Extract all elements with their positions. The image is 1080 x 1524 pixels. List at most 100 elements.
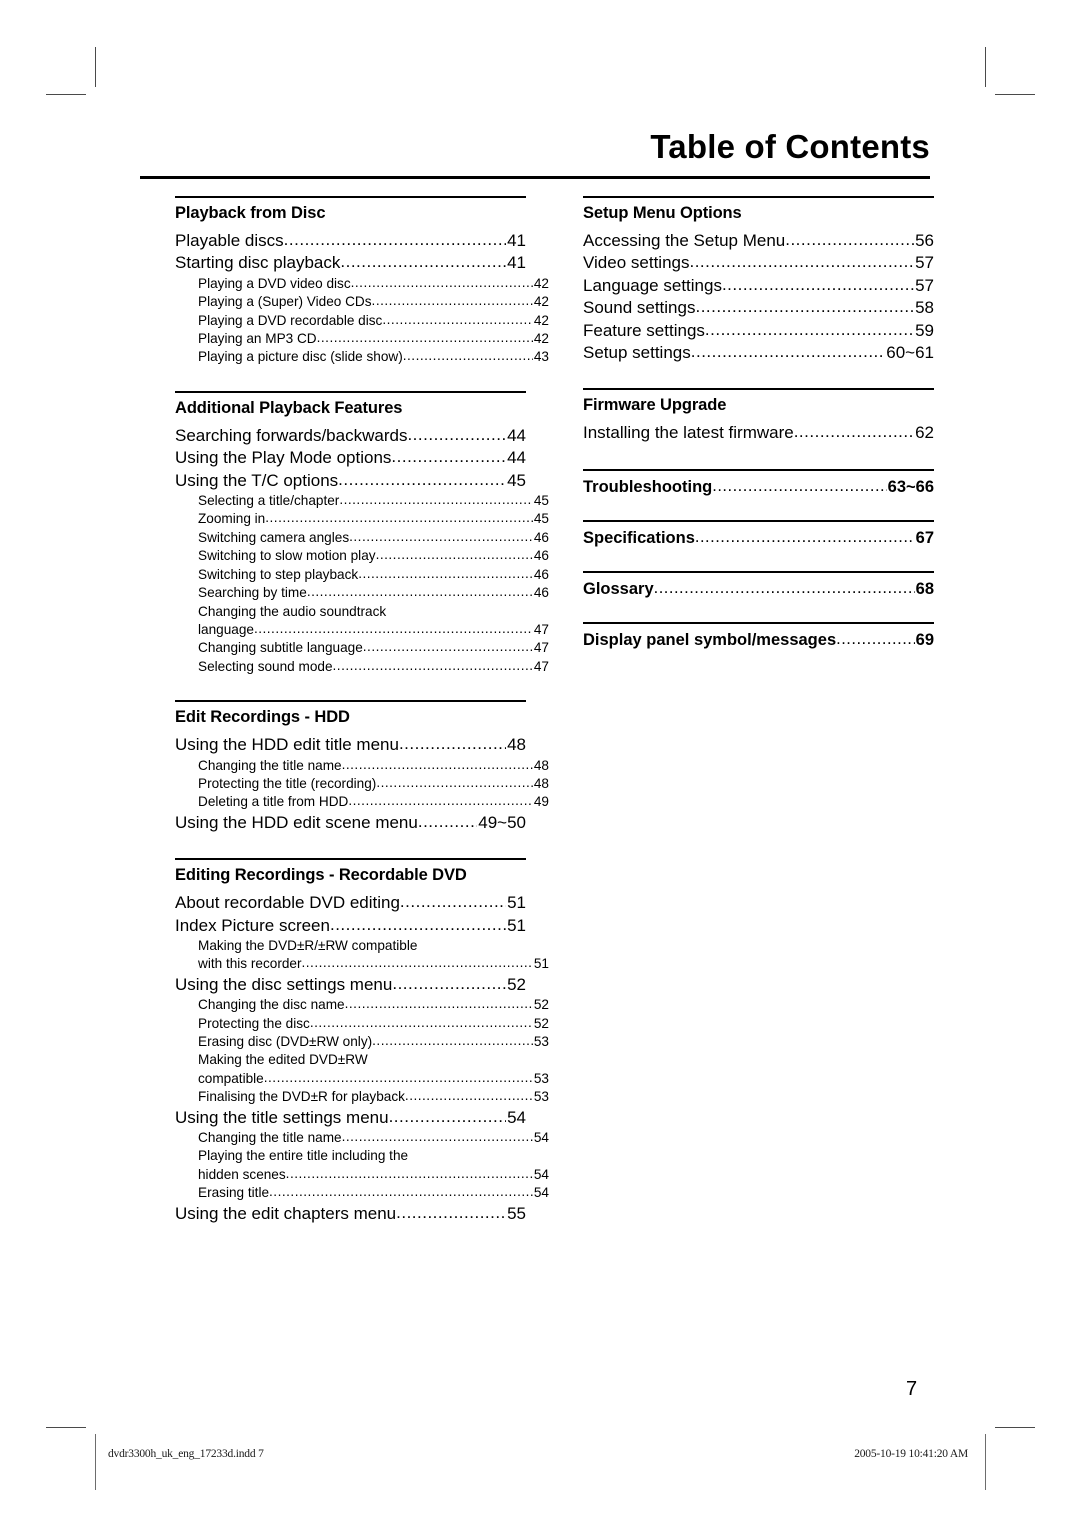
toc-leader-dots: ........................................… — [348, 793, 533, 809]
toc-entry[interactable]: Playable discs..........................… — [175, 230, 526, 252]
toc-entry[interactable]: Language settings.......................… — [583, 275, 934, 297]
toc-entry[interactable]: Erasing title...........................… — [175, 1184, 549, 1202]
toc-entry[interactable]: Switching to step playback..............… — [175, 566, 549, 584]
toc-section-title: Editing Recordings - Recordable DVD — [175, 866, 467, 885]
toc-leader-dots: ........................................… — [283, 230, 506, 249]
toc-section: Firmware Upgrade Installing the latest fi… — [583, 388, 934, 466]
section-divider — [583, 570, 934, 573]
toc-entry[interactable]: compatible..............................… — [175, 1070, 549, 1088]
toc-entry-page: 49~50 — [478, 812, 526, 832]
section-divider — [175, 700, 526, 703]
toc-entry-label: Video settings — [583, 253, 690, 273]
toc-section: Troubleshooting.........................… — [583, 468, 934, 518]
toc-entry[interactable]: Accessing the Setup Menu................… — [583, 230, 934, 252]
toc-entry[interactable]: Using the title settings menu...........… — [175, 1107, 526, 1129]
toc-entry[interactable]: Playing a DVD video disc................… — [175, 275, 549, 293]
toc-entry[interactable]: Selecting sound mode....................… — [175, 658, 549, 676]
toc-entry[interactable]: Using the T/C options...................… — [175, 470, 526, 492]
toc-entry-label: Language settings — [583, 275, 722, 295]
toc-entry[interactable]: Video settings..........................… — [583, 252, 934, 274]
toc-entry-page: 55 — [507, 1203, 526, 1223]
toc-section-page: 63~66 — [887, 477, 934, 496]
toc-entry[interactable]: Erasing disc (DVD±RW only)..............… — [175, 1033, 549, 1051]
toc-leader-dots: ........................................… — [339, 492, 533, 508]
toc-entry-page: 45 — [533, 511, 549, 527]
toc-entry[interactable]: Finalising the DVD±R for playback.......… — [175, 1088, 549, 1106]
toc-entry[interactable]: with this recorder......................… — [175, 955, 549, 973]
toc-entry[interactable]: Changing the title name.................… — [175, 757, 549, 775]
toc-entry-label: Changing subtitle language — [198, 640, 363, 656]
toc-entry[interactable]: Setup settings..........................… — [583, 342, 934, 364]
toc-entry-label: Using the T/C options — [175, 470, 339, 490]
toc-entry[interactable]: Using the HDD edit scene menu...........… — [175, 812, 526, 834]
toc-entry-page: 48 — [507, 735, 526, 755]
toc-entry-label: Playing a picture disc (slide show) — [198, 349, 403, 365]
toc-entry[interactable]: Playing an MP3 CD.......................… — [175, 330, 549, 348]
toc-leader-dots: ........................................… — [690, 342, 886, 362]
toc-entry-page: 58 — [915, 298, 934, 318]
toc-entry-label: Using the title settings menu — [175, 1107, 389, 1127]
toc-entry[interactable]: Changing subtitle language..............… — [175, 639, 549, 657]
toc-entry[interactable]: Installing the latest firmware..........… — [583, 422, 934, 444]
toc-section-title: Setup Menu Options — [583, 204, 742, 222]
toc-entry[interactable]: Zooming in..............................… — [175, 510, 549, 528]
toc-entry[interactable]: Switching to slow motion play...........… — [175, 547, 549, 565]
toc-entry[interactable]: Using the edit chapters menu............… — [175, 1203, 526, 1225]
toc-entry[interactable]: Switching camera angles.................… — [175, 529, 549, 547]
toc-leader-dots: ........................................… — [407, 424, 507, 444]
toc-entry[interactable]: Searching forwards/backwards............… — [175, 425, 526, 447]
toc-entry[interactable]: Starting disc playback..................… — [175, 252, 526, 274]
toc-entry[interactable]: Sound settings..........................… — [583, 297, 934, 319]
toc-entry-label: Using the HDD edit title menu — [175, 735, 399, 755]
toc-section-title: Glossary — [583, 579, 654, 598]
toc-entry-page: 47 — [533, 658, 549, 674]
toc-leader-dots: ........................................… — [391, 447, 507, 467]
toc-section-entry[interactable]: Specifications..........................… — [583, 527, 934, 549]
toc-section-entry[interactable]: Glossary................................… — [583, 578, 934, 600]
toc-section-page: 69 — [915, 630, 934, 649]
crop-mark-bottom-right-horizontal — [995, 1427, 1035, 1428]
toc-entry[interactable]: Index Picture screen....................… — [175, 915, 526, 937]
toc-entry[interactable]: hidden scenes...........................… — [175, 1166, 549, 1184]
toc-section-entry[interactable]: Display panel symbol/messages...........… — [583, 629, 934, 651]
toc-entry[interactable]: About recordable DVD editing............… — [175, 892, 526, 914]
toc-entry-page: 52 — [533, 1015, 549, 1031]
toc-entry[interactable]: Changing the title name.................… — [175, 1129, 549, 1147]
page-number: 7 — [906, 1378, 918, 1400]
toc-entry[interactable]: Playing a (Super) Video CDs.............… — [175, 293, 549, 311]
toc-entry[interactable]: Selecting a title/chapter...............… — [175, 492, 549, 510]
toc-entry-wrapped-line: Making the DVD±R/±RW compatible — [198, 937, 418, 953]
toc-entry[interactable]: Protecting the title (recording)........… — [175, 775, 549, 793]
toc-entry-page: 44 — [507, 425, 526, 445]
toc-entry[interactable]: Playing a DVD recordable disc...........… — [175, 312, 549, 330]
toc-entry-label: Playing a (Super) Video CDs — [198, 294, 372, 310]
toc-leader-dots: ........................................… — [396, 1202, 506, 1222]
toc-entry[interactable]: Changing the disc name..................… — [175, 996, 549, 1014]
toc-entry[interactable]: Playing a picture disc (slide show).....… — [175, 348, 549, 366]
toc-entry[interactable]: Using the disc settings menu............… — [175, 974, 526, 996]
section-divider — [175, 390, 526, 393]
toc-leader-dots: ........................................… — [329, 914, 506, 934]
toc-entry-label: Playing a DVD video disc — [198, 275, 351, 291]
toc-entry[interactable]: Searching by time.......................… — [175, 584, 549, 602]
toc-entry[interactable]: Deleting a title from HDD...............… — [175, 793, 549, 811]
toc-entry[interactable]: Feature settings........................… — [583, 320, 934, 342]
toc-entry-page: 60~61 — [886, 343, 934, 363]
toc-entry[interactable]: Protecting the disc.....................… — [175, 1015, 549, 1033]
toc-entry-page: 42 — [533, 294, 549, 310]
toc-leader-dots: ........................................… — [263, 1069, 533, 1085]
toc-entry-label: Protecting the disc — [198, 1015, 310, 1031]
toc-entry[interactable]: language................................… — [175, 621, 549, 639]
footer-timestamp: 2005-10-19 10:41:20 AM — [854, 1448, 968, 1460]
toc-entry-label: Starting disc playback — [175, 253, 341, 273]
section-divider — [175, 858, 526, 861]
section-divider — [175, 196, 526, 198]
toc-entry-page: 48 — [533, 757, 549, 773]
toc-section-title: Edit Recordings - HDD — [175, 708, 350, 727]
toc-entry[interactable]: Using the HDD edit title menu...........… — [175, 734, 526, 756]
toc-entry[interactable]: Using the Play Mode options.............… — [175, 447, 526, 469]
toc-entry-page: 54 — [507, 1107, 526, 1127]
toc-section-entry[interactable]: Troubleshooting.........................… — [583, 476, 934, 498]
